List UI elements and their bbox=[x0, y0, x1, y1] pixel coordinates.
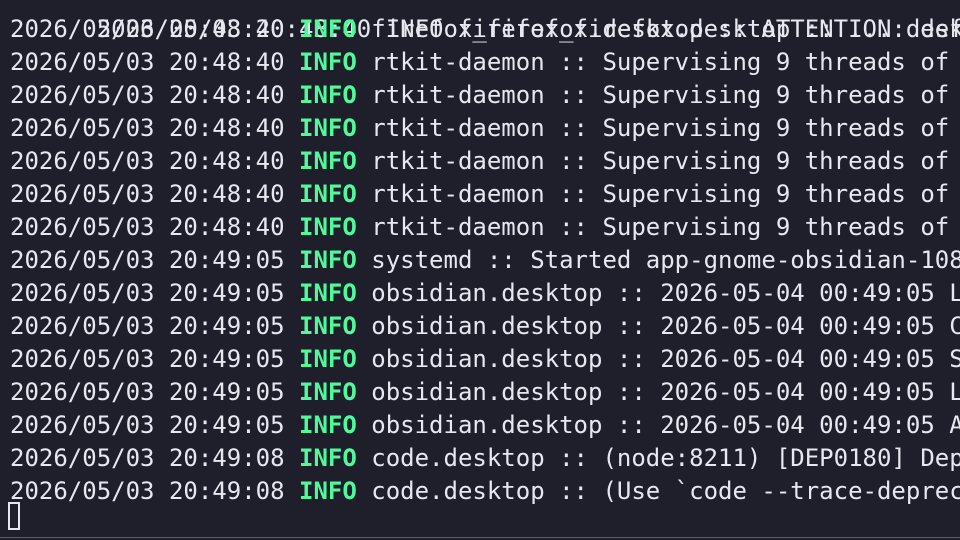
bottom-divider bbox=[0, 537, 960, 538]
log-level: INFO bbox=[299, 411, 357, 439]
log-line: 2026/05/03 20:48:40 INFO rtkit-daemon ::… bbox=[10, 145, 960, 178]
log-line: 2026/05/03 20:49:05 INFO systemd :: Star… bbox=[10, 244, 960, 277]
log-output: 2026/05/03 20:48:40 INFO firefox_firefox… bbox=[10, 0, 960, 508]
log-level: INFO bbox=[299, 477, 357, 505]
log-timestamp: 2026/05/03 20:48:40 bbox=[10, 114, 285, 142]
log-line: 2026/05/03 20:48:40 INFO rtkit-daemon ::… bbox=[10, 46, 960, 79]
log-line: 2026/05/03 20:48:40 INFO rtkit-daemon ::… bbox=[10, 112, 960, 145]
terminal-window[interactable]: 2026/05/03 20:48:40 INFO firefox_firefox… bbox=[0, 0, 960, 540]
log-message: rtkit-daemon :: Supervising 9 threads of… bbox=[371, 180, 950, 208]
log-line: 2026/05/03 20:49:08 INFO code.desktop ::… bbox=[10, 475, 960, 508]
log-level: INFO bbox=[299, 444, 357, 472]
log-level: INFO bbox=[299, 48, 357, 76]
log-message: rtkit-daemon :: Supervising 9 threads of… bbox=[371, 147, 950, 175]
log-message: obsidian.desktop :: 2026-05-04 00:49:05 … bbox=[371, 345, 960, 373]
log-line: 2026/05/03 20:48:40 INFO firefox_firefox… bbox=[10, 13, 960, 46]
log-message: obsidian.desktop :: 2026-05-04 00:49:05 … bbox=[371, 312, 960, 340]
log-line: 2026/05/03 20:49:05 INFO obsidian.deskto… bbox=[10, 409, 960, 442]
log-timestamp: 2026/05/03 20:48:40 bbox=[10, 48, 285, 76]
log-message: rtkit-daemon :: Supervising 9 threads of… bbox=[371, 114, 950, 142]
log-timestamp: 2026/05/03 20:49:05 bbox=[10, 312, 285, 340]
log-timestamp: 2026/05/03 20:48:40 bbox=[10, 147, 285, 175]
log-level: INFO bbox=[299, 15, 357, 43]
log-line: 2026/05/03 20:49:05 INFO obsidian.deskto… bbox=[10, 343, 960, 376]
log-line: 2026/05/03 20:49:05 INFO obsidian.deskto… bbox=[10, 376, 960, 409]
log-timestamp: 2026/05/03 20:49:08 bbox=[10, 477, 285, 505]
log-level: INFO bbox=[299, 114, 357, 142]
log-line: 2026/05/03 20:49:05 INFO obsidian.deskto… bbox=[10, 310, 960, 343]
log-level: INFO bbox=[299, 81, 357, 109]
log-message: obsidian.desktop :: 2026-05-04 00:49:05 … bbox=[371, 279, 960, 307]
log-level: INFO bbox=[299, 246, 357, 274]
log-timestamp: 2026/05/03 20:48:40 bbox=[10, 81, 285, 109]
log-line: 2026/05/03 20:49:08 INFO code.desktop ::… bbox=[10, 442, 960, 475]
log-level: INFO bbox=[299, 378, 357, 406]
log-timestamp: 2026/05/03 20:49:05 bbox=[10, 411, 285, 439]
log-message: firefox_firefox.desktop :: ATTENTION: de… bbox=[371, 15, 960, 43]
log-timestamp: 2026/05/03 20:49:08 bbox=[10, 444, 285, 472]
log-line: 2026/05/03 20:48:40 INFO rtkit-daemon ::… bbox=[10, 211, 960, 244]
log-level: INFO bbox=[299, 180, 357, 208]
log-message: rtkit-daemon :: Supervising 9 threads of… bbox=[371, 81, 950, 109]
log-timestamp: 2026/05/03 20:48:40 bbox=[10, 15, 285, 43]
log-level: INFO bbox=[299, 312, 357, 340]
log-timestamp: 2026/05/03 20:49:05 bbox=[10, 378, 285, 406]
log-message: obsidian.desktop :: 2026-05-04 00:49:05 … bbox=[371, 378, 960, 406]
log-message: code.desktop :: (Use `code --trace-depre… bbox=[371, 477, 960, 505]
log-message: rtkit-daemon :: Supervising 9 threads of… bbox=[371, 48, 950, 76]
log-message: code.desktop :: (node:8211) [DEP0180] De… bbox=[371, 444, 960, 472]
log-message: rtkit-daemon :: Supervising 9 threads of… bbox=[371, 213, 950, 241]
log-timestamp: 2026/05/03 20:49:05 bbox=[10, 345, 285, 373]
log-level: INFO bbox=[299, 213, 357, 241]
log-line-partial: 2026/05/03 20:48:40 INFO firefox_firefox… bbox=[10, 0, 960, 43]
log-line: 2026/05/03 20:48:40 INFO rtkit-daemon ::… bbox=[10, 79, 960, 112]
log-timestamp: 2026/05/03 20:49:05 bbox=[10, 279, 285, 307]
log-message: systemd :: Started app-gnome-obsidian-10… bbox=[371, 246, 960, 274]
log-line: 2026/05/03 20:48:40 INFO rtkit-daemon ::… bbox=[10, 178, 960, 211]
text-cursor bbox=[8, 502, 20, 530]
log-level: INFO bbox=[299, 345, 357, 373]
log-message: obsidian.desktop :: 2026-05-04 00:49:05 … bbox=[371, 411, 960, 439]
log-line: 2026/05/03 20:49:05 INFO obsidian.deskto… bbox=[10, 277, 960, 310]
log-timestamp: 2026/05/03 20:48:40 bbox=[10, 213, 285, 241]
log-timestamp: 2026/05/03 20:48:40 bbox=[10, 180, 285, 208]
log-timestamp: 2026/05/03 20:49:05 bbox=[10, 246, 285, 274]
log-level: INFO bbox=[299, 279, 357, 307]
log-level: INFO bbox=[299, 147, 357, 175]
